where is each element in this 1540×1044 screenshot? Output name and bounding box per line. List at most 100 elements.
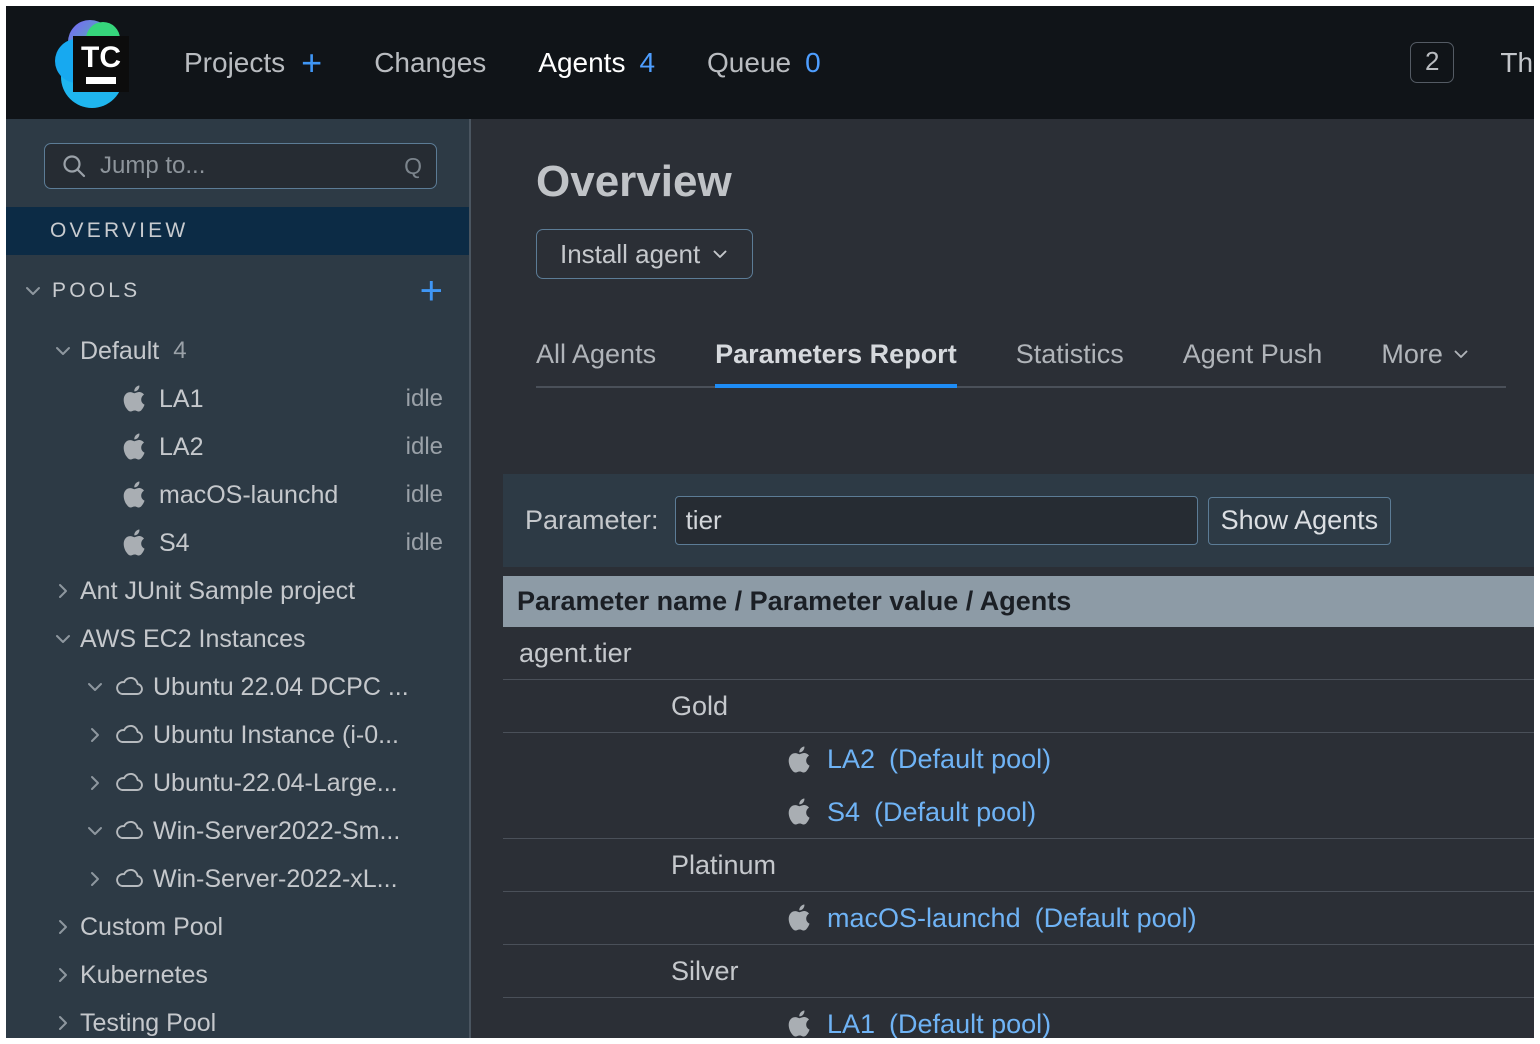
expand-toggle[interactable] [78, 773, 112, 793]
sidebar-pool-kubernetes[interactable]: Kubernetes [6, 951, 469, 999]
nav-item-queue-count: 0 [805, 47, 821, 79]
sidebar-agent-macos-launchd[interactable]: macOS-launchd idle [6, 471, 469, 519]
sidebar-pool-ant-junit-sample-project[interactable]: Ant JUnit Sample project [6, 567, 469, 615]
agent-pool-link[interactable]: (Default pool) [1035, 903, 1197, 934]
sidebar: Jump to... Q OVERVIEW POOLS + Default4LA… [6, 119, 471, 1038]
agent-link[interactable]: LA1 [827, 1009, 875, 1039]
sidebar-agent-label: macOS-launchd [159, 481, 338, 510]
parameter-value: Gold [671, 691, 728, 722]
sidebar-cloud-image[interactable]: Ubuntu 22.04 DCPC ... [6, 663, 469, 711]
tab-more[interactable]: More [1381, 339, 1470, 386]
expand-toggle[interactable] [78, 869, 112, 889]
nav-item-projects[interactable]: Projects + [184, 45, 322, 81]
sidebar-search-row: Jump to... Q [6, 119, 469, 207]
agent-link[interactable]: LA2 [827, 744, 875, 775]
sidebar-item-overview[interactable]: OVERVIEW [6, 207, 469, 255]
table-row-agent[interactable]: macOS-launchd (Default pool) [503, 892, 1534, 945]
expand-toggle[interactable] [46, 917, 80, 937]
agent-pool-link[interactable]: (Default pool) [889, 1009, 1051, 1039]
teamcity-logo[interactable]: TC [46, 15, 142, 111]
expand-toggle[interactable] [78, 821, 112, 841]
agent-status: idle [406, 433, 443, 461]
table-row-agent[interactable]: LA2 (Default pool) [503, 733, 1534, 786]
nav-item-projects-label: Projects [184, 47, 285, 79]
tab-all-agents[interactable]: All Agents [536, 339, 656, 386]
sidebar-pool-custom-pool[interactable]: Custom Pool [6, 903, 469, 951]
parameter-value: Platinum [671, 850, 776, 881]
add-project-icon[interactable]: + [301, 45, 322, 81]
sidebar-agent-la1[interactable]: LA1 idle [6, 375, 469, 423]
table-row-agent[interactable]: LA1 (Default pool) [503, 998, 1534, 1038]
expand-toggle[interactable] [46, 581, 80, 601]
add-pool-icon[interactable]: + [420, 277, 443, 305]
jump-to-search-box[interactable]: Jump to... Q [44, 143, 437, 189]
expand-toggle[interactable] [46, 1013, 80, 1033]
nav-item-agents-count: 4 [639, 47, 655, 79]
sidebar-pools-label: POOLS [52, 279, 420, 303]
sidebar-pool-aws-ec2-instances[interactable]: AWS EC2 Instances [6, 615, 469, 663]
apple-icon [121, 384, 151, 414]
chevron-down-icon [53, 341, 73, 361]
agent-status: idle [406, 529, 443, 557]
expand-toggle[interactable] [78, 725, 112, 745]
sidebar-cloud-image[interactable]: Win-Server-2022-xL... [6, 855, 469, 903]
expand-toggle[interactable] [46, 629, 80, 649]
agent-link[interactable]: S4 [827, 797, 860, 828]
sidebar-pool-tree: Default4LA1idleLA2idlemacOS-launchdidleS… [6, 327, 469, 1038]
tab-statistics[interactable]: Statistics [1016, 339, 1124, 386]
parameter-value: Silver [671, 956, 739, 987]
nav-item-queue[interactable]: Queue 0 [707, 47, 821, 79]
sidebar-cloud-label: Ubuntu Instance (i-0... [153, 721, 399, 750]
main-content: Overview Install agent All AgentsParamet… [473, 119, 1534, 1038]
cloud-icon [112, 676, 146, 698]
sidebar-agent-la2[interactable]: LA2idle [6, 423, 469, 471]
sidebar-agent-label: LA1 [159, 385, 203, 414]
chevron-right-icon [53, 1013, 73, 1033]
tab-parameters-report[interactable]: Parameters Report [715, 339, 957, 386]
show-agents-button[interactable]: Show Agents [1208, 497, 1392, 545]
top-navigation-bar: TC Projects + Changes Agents 4 Queue 0 2 [6, 6, 1534, 119]
sidebar-cloud-image[interactable]: Ubuntu Instance (i-0... [6, 711, 469, 759]
agent-pool-link[interactable]: (Default pool) [874, 797, 1036, 828]
expand-toggle[interactable] [46, 341, 80, 361]
nav-item-queue-label: Queue [707, 47, 791, 79]
parameter-name: agent.tier [519, 638, 632, 669]
chevron-right-icon [85, 725, 105, 745]
theme-label[interactable]: Ther [1500, 47, 1534, 79]
nav-item-changes[interactable]: Changes [374, 47, 486, 79]
expand-toggle[interactable] [46, 965, 80, 985]
install-agent-button[interactable]: Install agent [536, 229, 753, 279]
tab-agent-push[interactable]: Agent Push [1183, 339, 1323, 386]
chevron-right-icon [53, 581, 73, 601]
tab-bar: All Agents Parameters Report Statistics Age… [536, 326, 1506, 388]
parameters-report-table: Parameter name / Parameter value / Agent… [503, 576, 1534, 1038]
table-header: Parameter name / Parameter value / Agent… [503, 576, 1534, 627]
cloud-icon [112, 772, 146, 794]
expand-toggle[interactable] [78, 677, 112, 697]
search-shortcut-hint: Q [404, 153, 422, 180]
nav-item-agents[interactable]: Agents 4 [538, 47, 655, 79]
agent-status: idle [406, 481, 443, 509]
sidebar-pool-label: Default [80, 337, 159, 366]
chevron-right-icon [53, 965, 73, 985]
search-input-placeholder[interactable]: Jump to... [100, 152, 404, 180]
chevron-down-icon [85, 677, 105, 697]
agent-link[interactable]: macOS-launchd [827, 903, 1021, 934]
sidebar-cloud-image[interactable]: Win-Server2022-Sm... [6, 807, 469, 855]
sidebar-cloud-image[interactable]: Ubuntu-22.04-Large... [6, 759, 469, 807]
table-row-agent[interactable]: S4 (Default pool) [503, 786, 1534, 839]
sidebar-pool-testing-pool[interactable]: Testing Pool [6, 999, 469, 1038]
apple-icon [786, 903, 816, 933]
sidebar-pool-default[interactable]: Default4 [6, 327, 469, 375]
agent-pool-link[interactable]: (Default pool) [889, 744, 1051, 775]
parameter-label: Parameter: [525, 505, 659, 536]
parameter-filter-panel: Parameter: Show Agents [503, 474, 1534, 567]
parameter-input[interactable] [675, 496, 1198, 545]
sidebar-pools-header: POOLS + [6, 255, 469, 327]
chevron-down-icon[interactable] [18, 281, 48, 301]
agent-status: idle [406, 385, 443, 413]
cloud-icon [112, 724, 146, 746]
sidebar-agent-s4[interactable]: S4idle [6, 519, 469, 567]
notification-badge[interactable]: 2 [1410, 42, 1454, 83]
chevron-down-icon [1452, 339, 1470, 370]
